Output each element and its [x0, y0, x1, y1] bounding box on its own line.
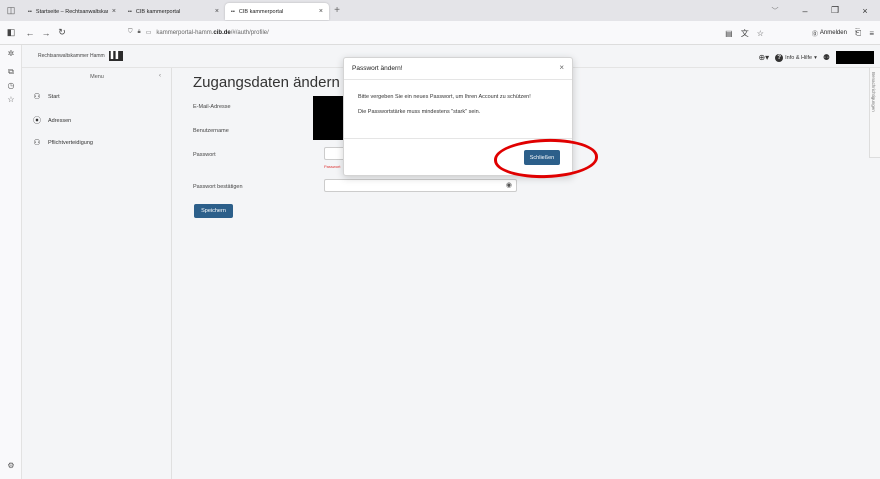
help-menu-button[interactable]: ? Info & Hilfe ▾: [775, 53, 817, 62]
maximize-icon[interactable]: ❐: [820, 5, 850, 16]
extensions-icon[interactable]: ⎗: [855, 28, 861, 38]
people-icon: ⚇: [33, 138, 41, 147]
sidebar-item-pflichtverteidigung[interactable]: ⚇ Pflichtverteidigung: [32, 138, 93, 147]
page-title: Zugangsdaten ändern: [193, 74, 357, 91]
modal-message-1: Bitte vergeben Sie ein neues Passwort, u…: [358, 94, 531, 100]
reader-view-icon[interactable]: ▤: [725, 29, 733, 38]
password-label: Passwort: [193, 152, 216, 158]
url-text: kammerportal-hamm.cib.de/#/auth/profile/: [156, 29, 269, 36]
close-window-icon[interactable]: ×: [850, 6, 880, 16]
back-icon[interactable]: ←: [22, 28, 38, 38]
notifications-label: Benachrichtigungen: [871, 72, 876, 112]
signin-button[interactable]: ⓪ Anmelden: [812, 29, 847, 38]
list-tabs-icon[interactable]: ﹀: [760, 6, 790, 16]
email-label: E-Mail-Adresse: [193, 104, 231, 110]
redacted-username: [836, 51, 874, 64]
close-button[interactable]: Schließen: [524, 150, 560, 165]
tab-label: Startseite – Rechtsanwaltskam: [35, 8, 108, 15]
shield-icon[interactable]: ⛉: [128, 29, 133, 36]
tab-favicon: ▪▪: [128, 8, 132, 15]
browser-sidebar: ✲ ⧉ ◷ ☆ ⚙: [0, 45, 22, 479]
browser-toolbar-right: ▤ 文 ☆ ⓪ Anmelden ⎗ ≡: [725, 21, 880, 45]
redacted-account-info: [313, 96, 343, 140]
close-tab-icon[interactable]: ×: [112, 8, 116, 15]
forward-icon[interactable]: →: [38, 28, 54, 38]
show-password-eye-icon[interactable]: ◉: [506, 181, 512, 189]
modal-body: Bitte vergeben Sie ein neues Passwort, u…: [358, 93, 558, 123]
browser-tab-3-active[interactable]: ▪▪ CIB kammerportal ×: [225, 3, 329, 20]
modal-footer: Schließen: [344, 138, 572, 176]
sidebar-item-label: Pflichtverteidigung: [48, 139, 93, 146]
user-icon[interactable]: ⚉: [823, 53, 830, 62]
notifications-side-tab[interactable]: Benachrichtigungen: [869, 68, 880, 158]
tab-overview-icon[interactable]: ◫: [0, 0, 22, 21]
modal-header: Passwort ändern! ×: [344, 58, 572, 80]
bookmark-star-icon[interactable]: ☆: [757, 29, 764, 38]
password-strength-hint: Passwort: [324, 164, 341, 169]
permissions-icon[interactable]: ▭: [146, 29, 152, 36]
password-confirm-field[interactable]: ◉: [324, 179, 517, 192]
url-bar[interactable]: ⛉ 🔒︎ ▭ kammerportal-hamm.cib.de/#/auth/p…: [128, 24, 628, 41]
chevron-down-icon: ▾: [814, 54, 817, 61]
user-group-icon: ⚇: [33, 92, 41, 101]
sidebar-item-adressen[interactable]: ⦿ Adressen: [32, 115, 71, 126]
help-icon: ?: [775, 53, 784, 62]
modal-message-2: Die Passwortstärke muss mindestens "star…: [358, 109, 481, 115]
ai-chat-icon[interactable]: ✲: [0, 49, 22, 58]
tab-label: CIB kammerportal: [135, 8, 181, 15]
browser-tab-2[interactable]: ▪▪ CIB kammerportal ×: [122, 3, 225, 20]
browser-nav-bar: ◧ ← → ↻ ⛉ 🔒︎ ▭ kammerportal-hamm.cib.de/…: [0, 21, 880, 45]
logo-icon: ▌▌: [108, 51, 123, 61]
new-tab-button[interactable]: +: [329, 2, 345, 19]
modal-title: Passwort ändern!: [352, 65, 403, 72]
close-tab-icon[interactable]: ×: [319, 8, 323, 15]
account-icon: ⓪: [811, 31, 818, 38]
password-confirm-label: Passwort bestätigen: [193, 184, 243, 190]
lock-icon[interactable]: 🔒︎: [138, 29, 141, 36]
brand-text: Rechtsanwaltskammer Hamm: [38, 53, 105, 59]
sidebar-item-start[interactable]: ⚇ Start: [32, 92, 60, 101]
tab-favicon: ▪▪: [231, 8, 235, 15]
menu-hamburger-icon[interactable]: ≡: [869, 29, 874, 38]
browser-tab-strip: ◫ ▪▪ Startseite – Rechtsanwaltskam × ▪▪ …: [0, 0, 880, 21]
reload-icon[interactable]: ↻: [54, 27, 70, 38]
save-button[interactable]: Speichern: [194, 204, 233, 218]
sidebar-toggle-icon[interactable]: ◧: [0, 27, 22, 38]
location-pin-icon: ⦿: [33, 116, 41, 125]
close-icon[interactable]: ×: [559, 63, 564, 72]
menu-title: Menu: [90, 74, 104, 80]
sidebar-item-label: Start: [48, 93, 60, 100]
brand[interactable]: Rechtsanwaltskammer Hamm ▌▌: [38, 51, 123, 61]
sidebar-menu: Menu ‹ ⚇ Start ⦿ Adressen ⚇ Pflichtverte…: [22, 68, 172, 479]
language-globe-icon[interactable]: ⊕▾: [758, 53, 769, 62]
synced-tabs-icon[interactable]: ⧉: [0, 67, 22, 77]
browser-tab-1[interactable]: ▪▪ Startseite – Rechtsanwaltskam ×: [22, 3, 122, 20]
change-password-modal: Passwort ändern! × Bitte vergeben Sie ei…: [343, 57, 573, 176]
username-label: Benutzername: [193, 128, 229, 134]
header-right: ⊕▾ ? Info & Hilfe ▾ ⚉: [758, 51, 874, 64]
customize-sidebar-icon[interactable]: ⚙: [0, 461, 22, 470]
window-controls: ﹀ – ❐ ×: [760, 0, 880, 21]
minimize-icon[interactable]: –: [790, 6, 820, 16]
close-tab-icon[interactable]: ×: [215, 8, 219, 15]
bookmarks-icon[interactable]: ☆: [0, 95, 22, 104]
history-icon[interactable]: ◷: [0, 81, 22, 90]
tab-favicon: ▪▪: [28, 8, 32, 15]
tab-label: CIB kammerportal: [238, 8, 284, 15]
collapse-menu-icon[interactable]: ‹: [159, 73, 161, 79]
translate-icon[interactable]: 文: [741, 28, 749, 39]
sidebar-item-label: Adressen: [48, 117, 72, 124]
